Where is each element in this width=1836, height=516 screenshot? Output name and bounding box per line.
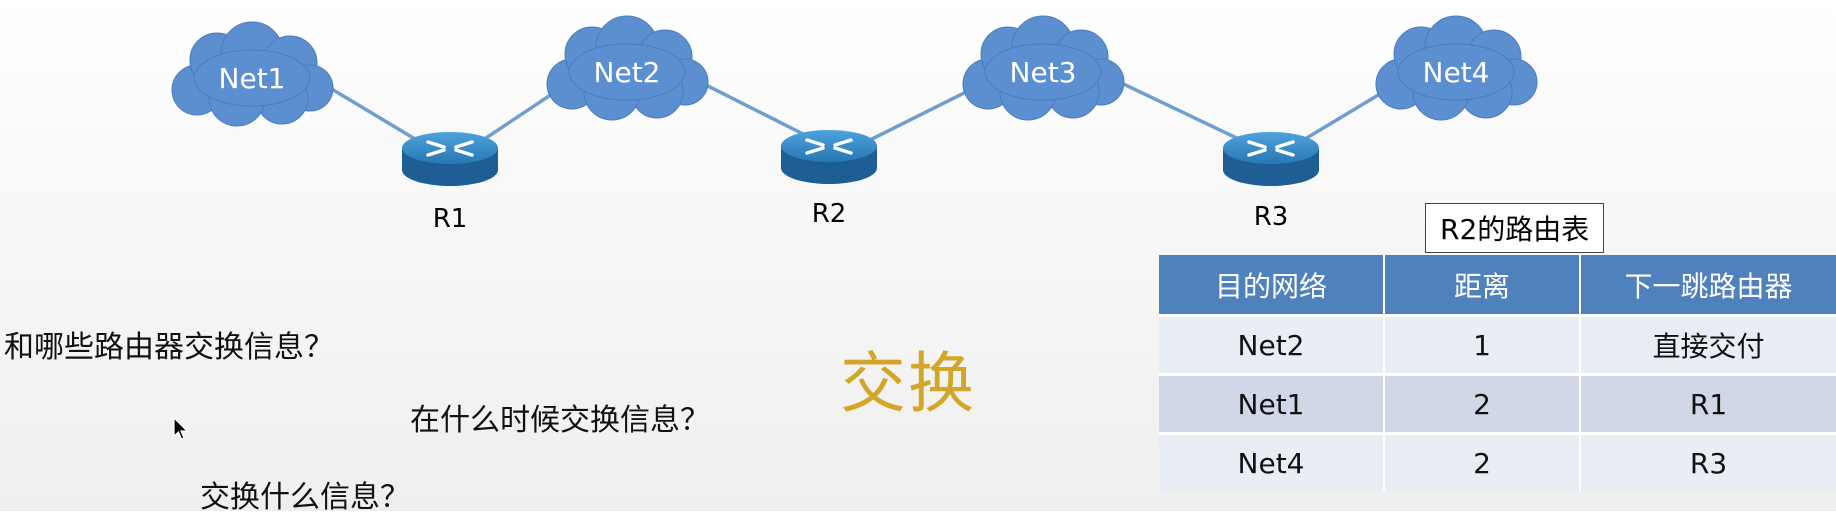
routing-table: 目的网络 距离 下一跳路由器 Net2 1 直接交付 Net1 2 R1 Net…: [1159, 255, 1836, 491]
cell-destination: Net2: [1159, 314, 1385, 375]
cell-next-hop: R3: [1580, 432, 1836, 491]
cell-next-hop: 直接交付: [1580, 314, 1836, 375]
header-distance: 距离: [1384, 255, 1581, 316]
question-which-routers: 和哪些路由器交换信息？: [4, 330, 334, 365]
net3-label: Net3: [1010, 56, 1077, 89]
question-what-info: 交换什么信息？: [200, 480, 410, 515]
link-net2-r2: [699, 80, 816, 142]
net4-cloud: Net4: [1375, 15, 1538, 121]
router-r1-label: R1: [433, 204, 468, 230]
cell-distance: 2: [1384, 373, 1581, 434]
link-lines: [319, 78, 1401, 144]
table-row: Net2 1 直接交付: [1159, 314, 1836, 375]
link-net3-r3: [1114, 78, 1246, 144]
link-net1-r1: [319, 80, 421, 144]
mouse-pointer-icon: [173, 417, 189, 440]
net2-label: Net2: [594, 56, 661, 89]
question-when-exchange: 在什么时候交换信息？: [410, 403, 710, 438]
router-r3-icon: [1221, 130, 1321, 188]
routing-table-caption: R2的路由表: [1425, 203, 1605, 253]
router-r2-label: R2: [812, 199, 847, 229]
cell-destination: Net4: [1159, 432, 1385, 491]
exchange-highlight-word: 交换: [840, 345, 976, 422]
header-next-hop: 下一跳路由器: [1580, 255, 1836, 316]
router-r1-icon: [400, 130, 500, 188]
net4-label: Net4: [1423, 56, 1490, 89]
header-destination-network: 目的网络: [1159, 255, 1385, 316]
net3-cloud: Net3: [962, 15, 1125, 121]
routing-table-header-row: 目的网络 距离 下一跳路由器: [1159, 255, 1836, 316]
table-row: Net1 2 R1: [1159, 373, 1836, 434]
net1-label: Net1: [219, 62, 286, 95]
table-row: Net4 2 R3: [1159, 432, 1836, 491]
net2-cloud: Net2: [546, 15, 709, 121]
cell-distance: 1: [1384, 314, 1581, 375]
cell-next-hop: R1: [1580, 373, 1836, 434]
cell-distance: 2: [1384, 432, 1581, 491]
network-topology-diagram: Net1 Net2 Net3 Net4 R1 R2 R3: [171, 15, 1538, 230]
net1-cloud: Net1: [171, 21, 334, 127]
router-r3-label: R3: [1254, 202, 1289, 230]
cell-destination: Net1: [1159, 373, 1385, 434]
router-r2-icon: [779, 128, 879, 186]
